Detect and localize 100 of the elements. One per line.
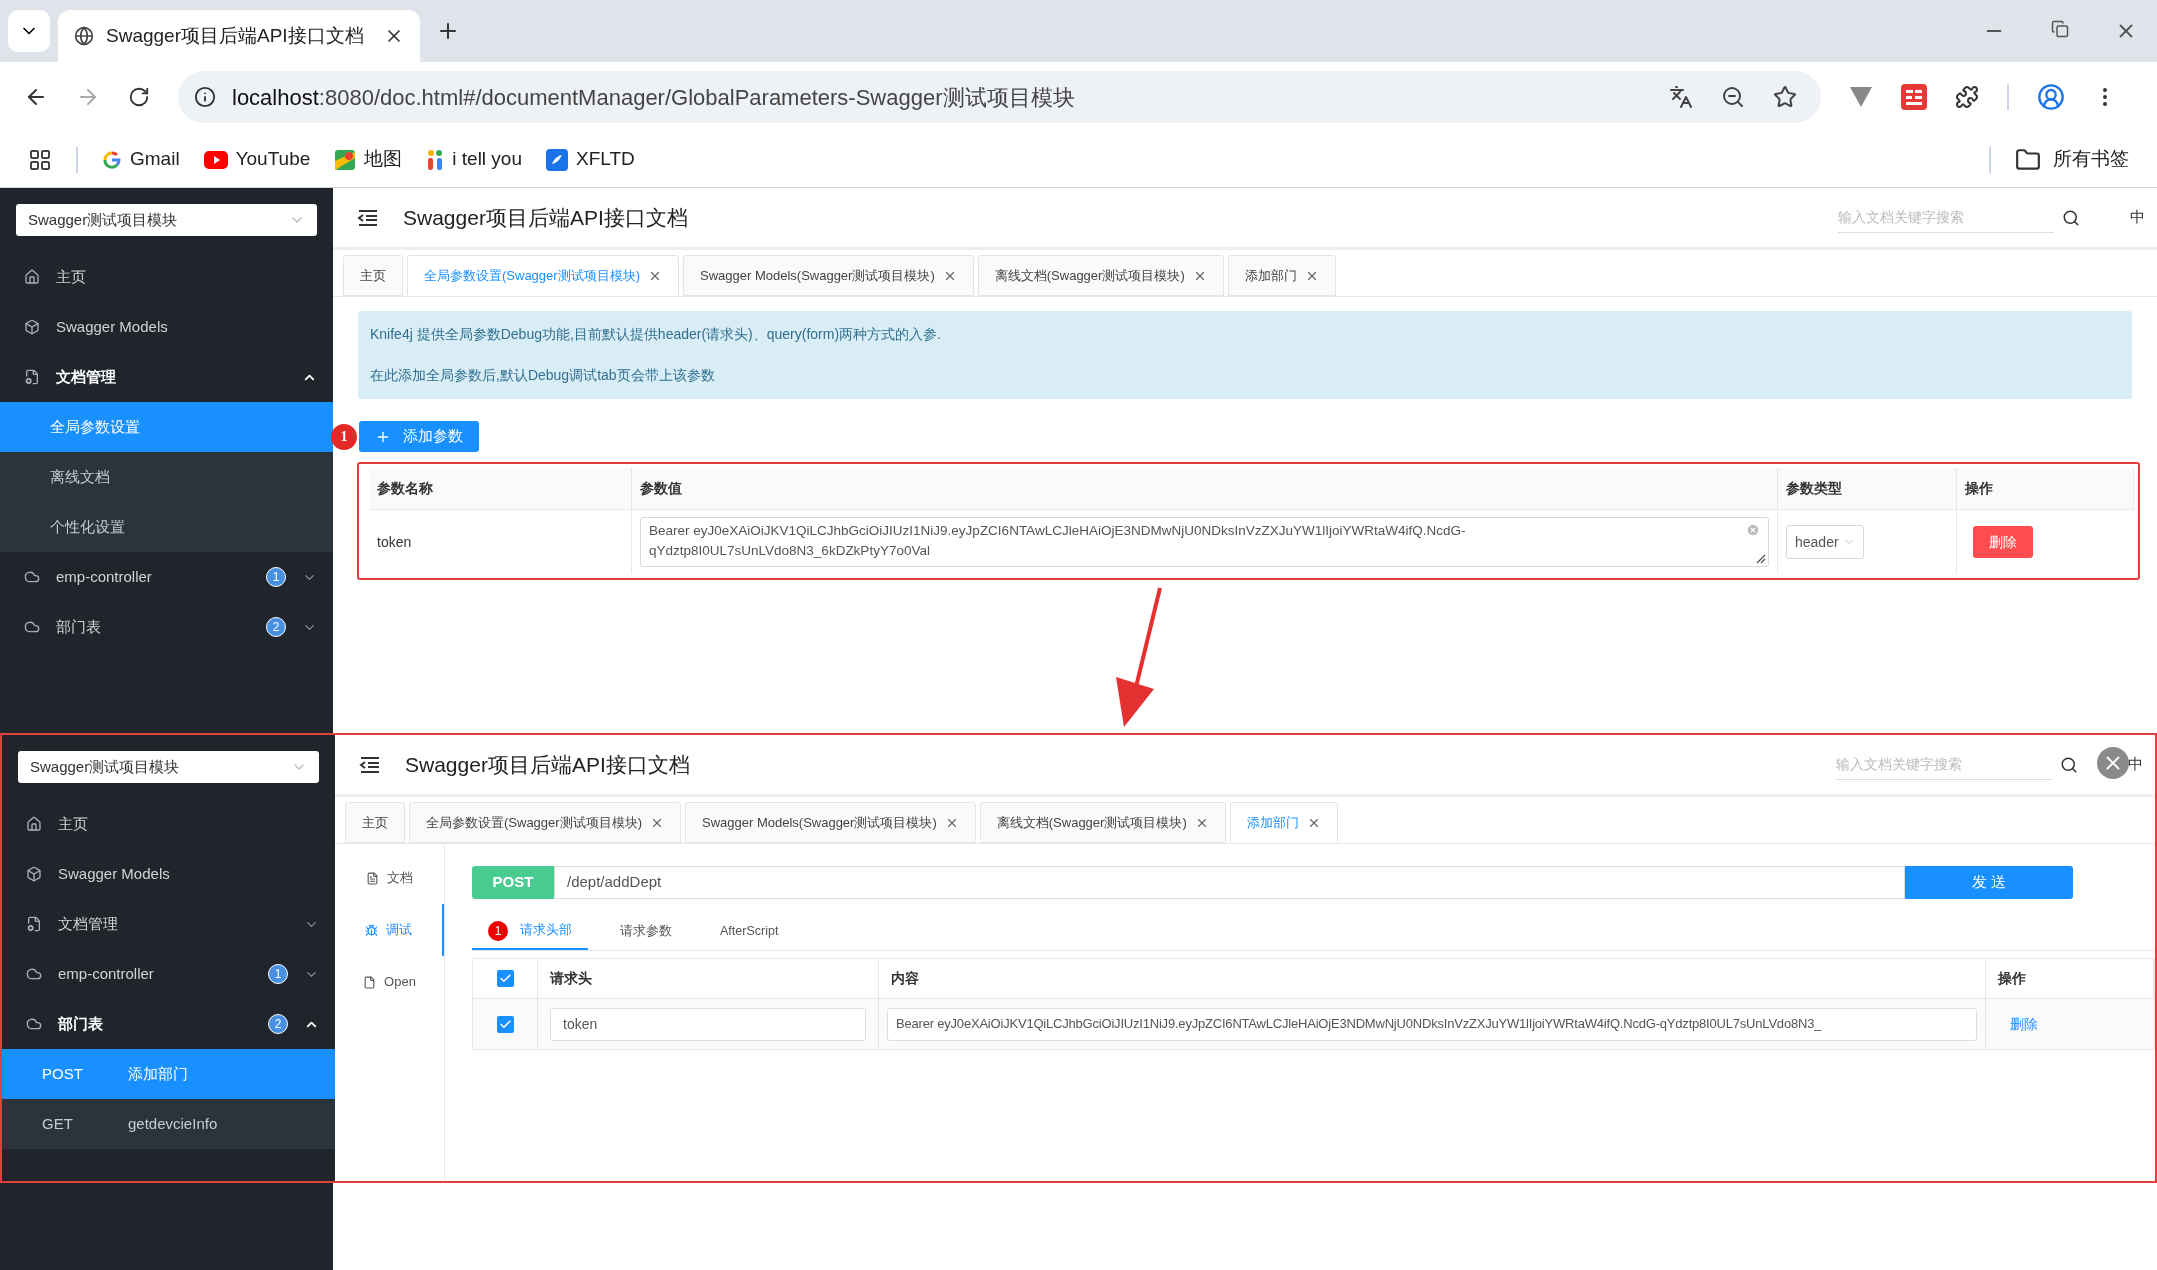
page-tab[interactable]: Swagger Models(Swagger测试项目模块) xyxy=(684,802,976,843)
extension-icon[interactable] xyxy=(1901,84,1927,110)
nav-item[interactable]: 主页 xyxy=(0,252,333,302)
column-header: 参数名称 xyxy=(369,468,632,510)
nav-item[interactable]: 部门表 2 xyxy=(0,602,333,652)
nav-item[interactable]: 主页 xyxy=(2,799,335,849)
notice-text: Knife4j 提供全局参数Debug功能,目前默认提供header(请求头)、query(form)两种方式的入参. xyxy=(370,325,942,344)
header-value-field[interactable]: Bearer eyJ0eXAiOiJKV1QiLCJhbGciOiJIUzI1NiJ9.eyJpZCI6NTAwLCJleHAiOjE3NDMwNjU0NDksInVzZXJuYW1lIjoiYWRtaW4ifQ.NcdG-qYdztp8I0UL7sUnLVdo8N3_ xyxy=(887,1007,1977,1041)
side-tab[interactable]: Open xyxy=(335,956,444,1008)
map-pin-icon xyxy=(334,148,357,171)
nav-label: 主页 xyxy=(56,266,87,287)
page-tab[interactable]: Swagger Models(Swagger测试项目模块) xyxy=(682,255,974,296)
header-name-field[interactable]: token xyxy=(550,1007,866,1041)
nav-item[interactable]: Swagger Models xyxy=(2,849,335,899)
zoom-out-icon[interactable] xyxy=(1721,85,1745,109)
house-icon xyxy=(24,269,40,285)
nav-subitem[interactable]: GET getdevcieInfo xyxy=(2,1099,335,1149)
search-field[interactable]: 输入文档关键字搜索 xyxy=(1836,749,2052,780)
nav-label: 离线文档 xyxy=(50,466,110,487)
nav-item[interactable]: emp-controller 1 xyxy=(2,949,335,999)
app-square-icon xyxy=(546,148,568,171)
nav-item[interactable]: 部门表 2 xyxy=(2,999,335,1049)
search-field[interactable]: 输入文档关键字搜索 xyxy=(1838,202,2054,233)
request-tab[interactable]: 1 请求头部 xyxy=(472,913,588,950)
nav-label: 部门表 xyxy=(58,1013,104,1034)
bookmark-link[interactable]: YouTube xyxy=(235,145,311,174)
notice-text: 在此添加全局参数后,默认Debug调试tab页会带上该参数 xyxy=(370,366,716,385)
house-icon xyxy=(26,816,42,832)
menu-fold-icon[interactable] xyxy=(359,755,381,774)
play-icon xyxy=(203,150,228,169)
check-icon xyxy=(498,1017,512,1031)
count-badge: 2 xyxy=(268,1014,288,1034)
figure-icon xyxy=(426,148,445,171)
menu-fold-icon[interactable] xyxy=(357,208,379,227)
checkbox[interactable] xyxy=(496,1015,514,1033)
nav-label: Swagger Models xyxy=(58,863,171,884)
apps-grid-icon[interactable] xyxy=(28,147,52,172)
nav-label: 添加部门 xyxy=(128,1063,188,1084)
bookmark-link[interactable]: 地图 xyxy=(364,145,403,174)
cloud-icon xyxy=(26,966,42,982)
nav-label: 文档管理 xyxy=(58,913,119,934)
url-field[interactable]: /dept/addDept xyxy=(554,866,1905,899)
nav-item[interactable]: Swagger Models xyxy=(0,302,333,352)
folder-icon xyxy=(2015,146,2041,173)
nav-label: 全局参数设置 xyxy=(50,416,140,437)
address-bar[interactable]: localhost:8080/doc.html#/documentManager/GlobalParameters-Swagger测试项目模块 xyxy=(178,71,1821,123)
column-header: 参数值 xyxy=(632,468,1778,510)
page-tab[interactable]: 离线文档(Swagger测试项目模块) xyxy=(977,255,1224,296)
profile-icon[interactable] xyxy=(2037,83,2065,111)
nav-label: Swagger Models xyxy=(56,316,169,337)
document-icon xyxy=(366,871,379,885)
nav-label: 个性化设置 xyxy=(50,516,125,537)
nav-item[interactable]: 文档管理 xyxy=(2,899,335,949)
bookmark-link[interactable]: Gmail xyxy=(130,145,180,174)
side-tab[interactable]: 文档 xyxy=(335,852,444,904)
puzzle-icon[interactable] xyxy=(1955,85,1979,109)
page-tab[interactable]: 主页 xyxy=(345,802,405,843)
table-cell: token xyxy=(369,510,632,574)
nav-item[interactable]: emp-controller 1 xyxy=(0,552,333,602)
search-icon[interactable] xyxy=(2062,208,2080,227)
value-field[interactable]: Bearer eyJ0eXAiOiJKV1QiLCJhbGciOiJIUzI1NiJ9.eyJpZCI6NTAwLCJleHAiOjE3NDMwNjU0NDksInVzZXJuYW1lIjoiYWRtaW4ifQ.NcdG-qYdztp8I0UL7sUnLVdo8N3_6kDZkPtyY7o0Val xyxy=(640,517,1769,567)
browser-tab[interactable]: Swagger项目后端API接口文档 xyxy=(58,10,420,62)
info-icon xyxy=(194,86,216,108)
project-select[interactable]: Swagger测试项目模块 xyxy=(16,204,317,236)
nav-subitem[interactable]: 个性化设置 xyxy=(0,502,333,552)
bookmark-link[interactable]: XFLTD xyxy=(576,145,635,174)
reload-icon[interactable] xyxy=(128,86,150,108)
translate-icon[interactable] xyxy=(1669,85,1693,109)
resize-handle-icon[interactable] xyxy=(1756,554,1766,564)
nav-item[interactable]: 文档管理 xyxy=(0,352,333,402)
page-tab[interactable]: 添加部门 xyxy=(1227,255,1336,296)
page-tab[interactable]: 主页 xyxy=(343,255,403,296)
count-badge: 1 xyxy=(488,920,508,941)
check-icon xyxy=(498,972,512,985)
page-tab[interactable]: 全局参数设置(Swagger测试项目模块) xyxy=(409,802,681,843)
request-tab[interactable]: 请求参数 xyxy=(604,913,688,950)
v-shape-icon[interactable] xyxy=(1849,86,1873,108)
method-label: POST xyxy=(42,1063,82,1084)
language-text[interactable]: 中 xyxy=(2130,206,2145,229)
cube-icon xyxy=(24,319,40,335)
request-tab[interactable]: AfterScript xyxy=(704,913,795,950)
bookmarks-folder-link[interactable]: 所有书签 xyxy=(2053,145,2129,174)
restore-icon[interactable] xyxy=(2051,20,2069,38)
bookmark-link[interactable]: i tell you xyxy=(452,145,522,174)
count-badge: 1 xyxy=(268,964,288,984)
column-header: 参数类型 xyxy=(1778,468,1957,510)
nav-label: emp-controller xyxy=(58,963,155,984)
language-text[interactable]: 中 xyxy=(2128,753,2143,776)
nav-subitem[interactable]: 离线文档 xyxy=(0,452,333,502)
search-icon[interactable] xyxy=(2060,755,2078,774)
type-select[interactable]: header xyxy=(1786,525,1864,559)
project-select[interactable]: Swagger测试项目模块 xyxy=(18,751,319,783)
tab-title: Swagger项目后端API接口文档 xyxy=(106,23,365,48)
page-title: Swagger项目后端API接口文档 xyxy=(403,204,689,231)
checkbox[interactable] xyxy=(496,970,514,987)
page-title: Swagger项目后端API接口文档 xyxy=(405,751,691,778)
star-icon[interactable] xyxy=(1773,85,1797,109)
nav-label: 部门表 xyxy=(56,616,102,637)
page-tab[interactable]: 离线文档(Swagger测试项目模块) xyxy=(979,802,1226,843)
nav-label: 主页 xyxy=(58,813,89,834)
